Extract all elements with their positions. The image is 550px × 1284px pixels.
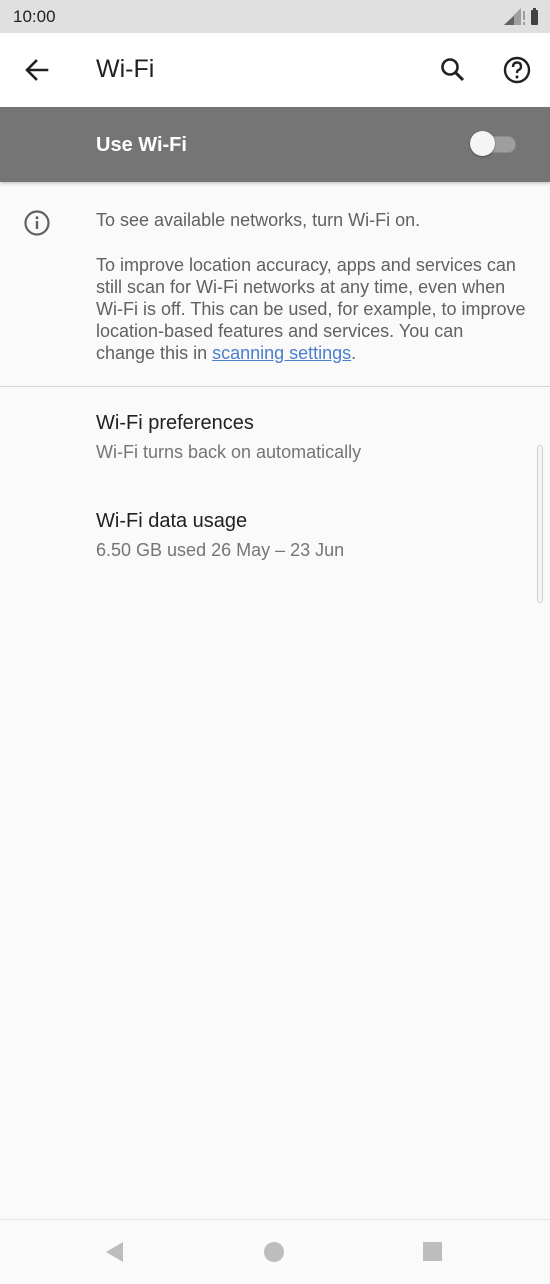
wifi-toggle[interactable] [470, 131, 516, 157]
scrollbar[interactable] [537, 445, 543, 603]
nav-recents-icon[interactable] [423, 1242, 442, 1261]
info-icon [24, 210, 50, 236]
wifi-data-usage-item[interactable]: Wi-Fi data usage 6.50 GB used 26 May – 2… [0, 510, 550, 600]
search-button[interactable] [433, 50, 473, 90]
pref-title: Wi-Fi preferences [96, 412, 254, 434]
app-bar: Wi-Fi [0, 33, 550, 107]
use-wifi-label: Use Wi-Fi [96, 134, 187, 156]
wifi-preferences-item[interactable]: Wi-Fi preferences Wi-Fi turns back on au… [0, 412, 550, 502]
scanning-info-end: . [351, 343, 357, 363]
status-time: 10:00 [13, 7, 56, 26]
search-icon [441, 58, 465, 82]
scanning-info-text: To improve location accuracy, apps and s… [96, 254, 526, 364]
status-icons [502, 8, 538, 26]
pref-title: Wi-Fi data usage [96, 510, 248, 532]
nav-back-icon[interactable] [103, 1240, 127, 1264]
status-bar: 10:00 [0, 0, 550, 33]
back-arrow-icon [25, 59, 49, 81]
battery-icon [531, 8, 538, 25]
page-title: Wi-Fi [96, 55, 155, 83]
scanning-settings-link[interactable]: scanning settings [212, 343, 351, 363]
help-button[interactable] [497, 50, 537, 90]
navigation-bar [0, 1219, 550, 1284]
wifi-off-message: To see available networks, turn Wi-Fi on… [96, 210, 421, 230]
toggle-thumb [470, 131, 495, 156]
help-icon [503, 56, 531, 84]
cell-signal-icon [504, 8, 525, 25]
back-button[interactable] [18, 50, 58, 90]
divider [0, 386, 550, 387]
nav-home-icon[interactable] [264, 1242, 284, 1262]
pref-summary: 6.50 GB used 26 May – 23 Jun [96, 540, 345, 560]
pref-summary: Wi-Fi turns back on automatically [96, 442, 362, 462]
use-wifi-switch-bar[interactable]: Use Wi-Fi [0, 107, 550, 182]
